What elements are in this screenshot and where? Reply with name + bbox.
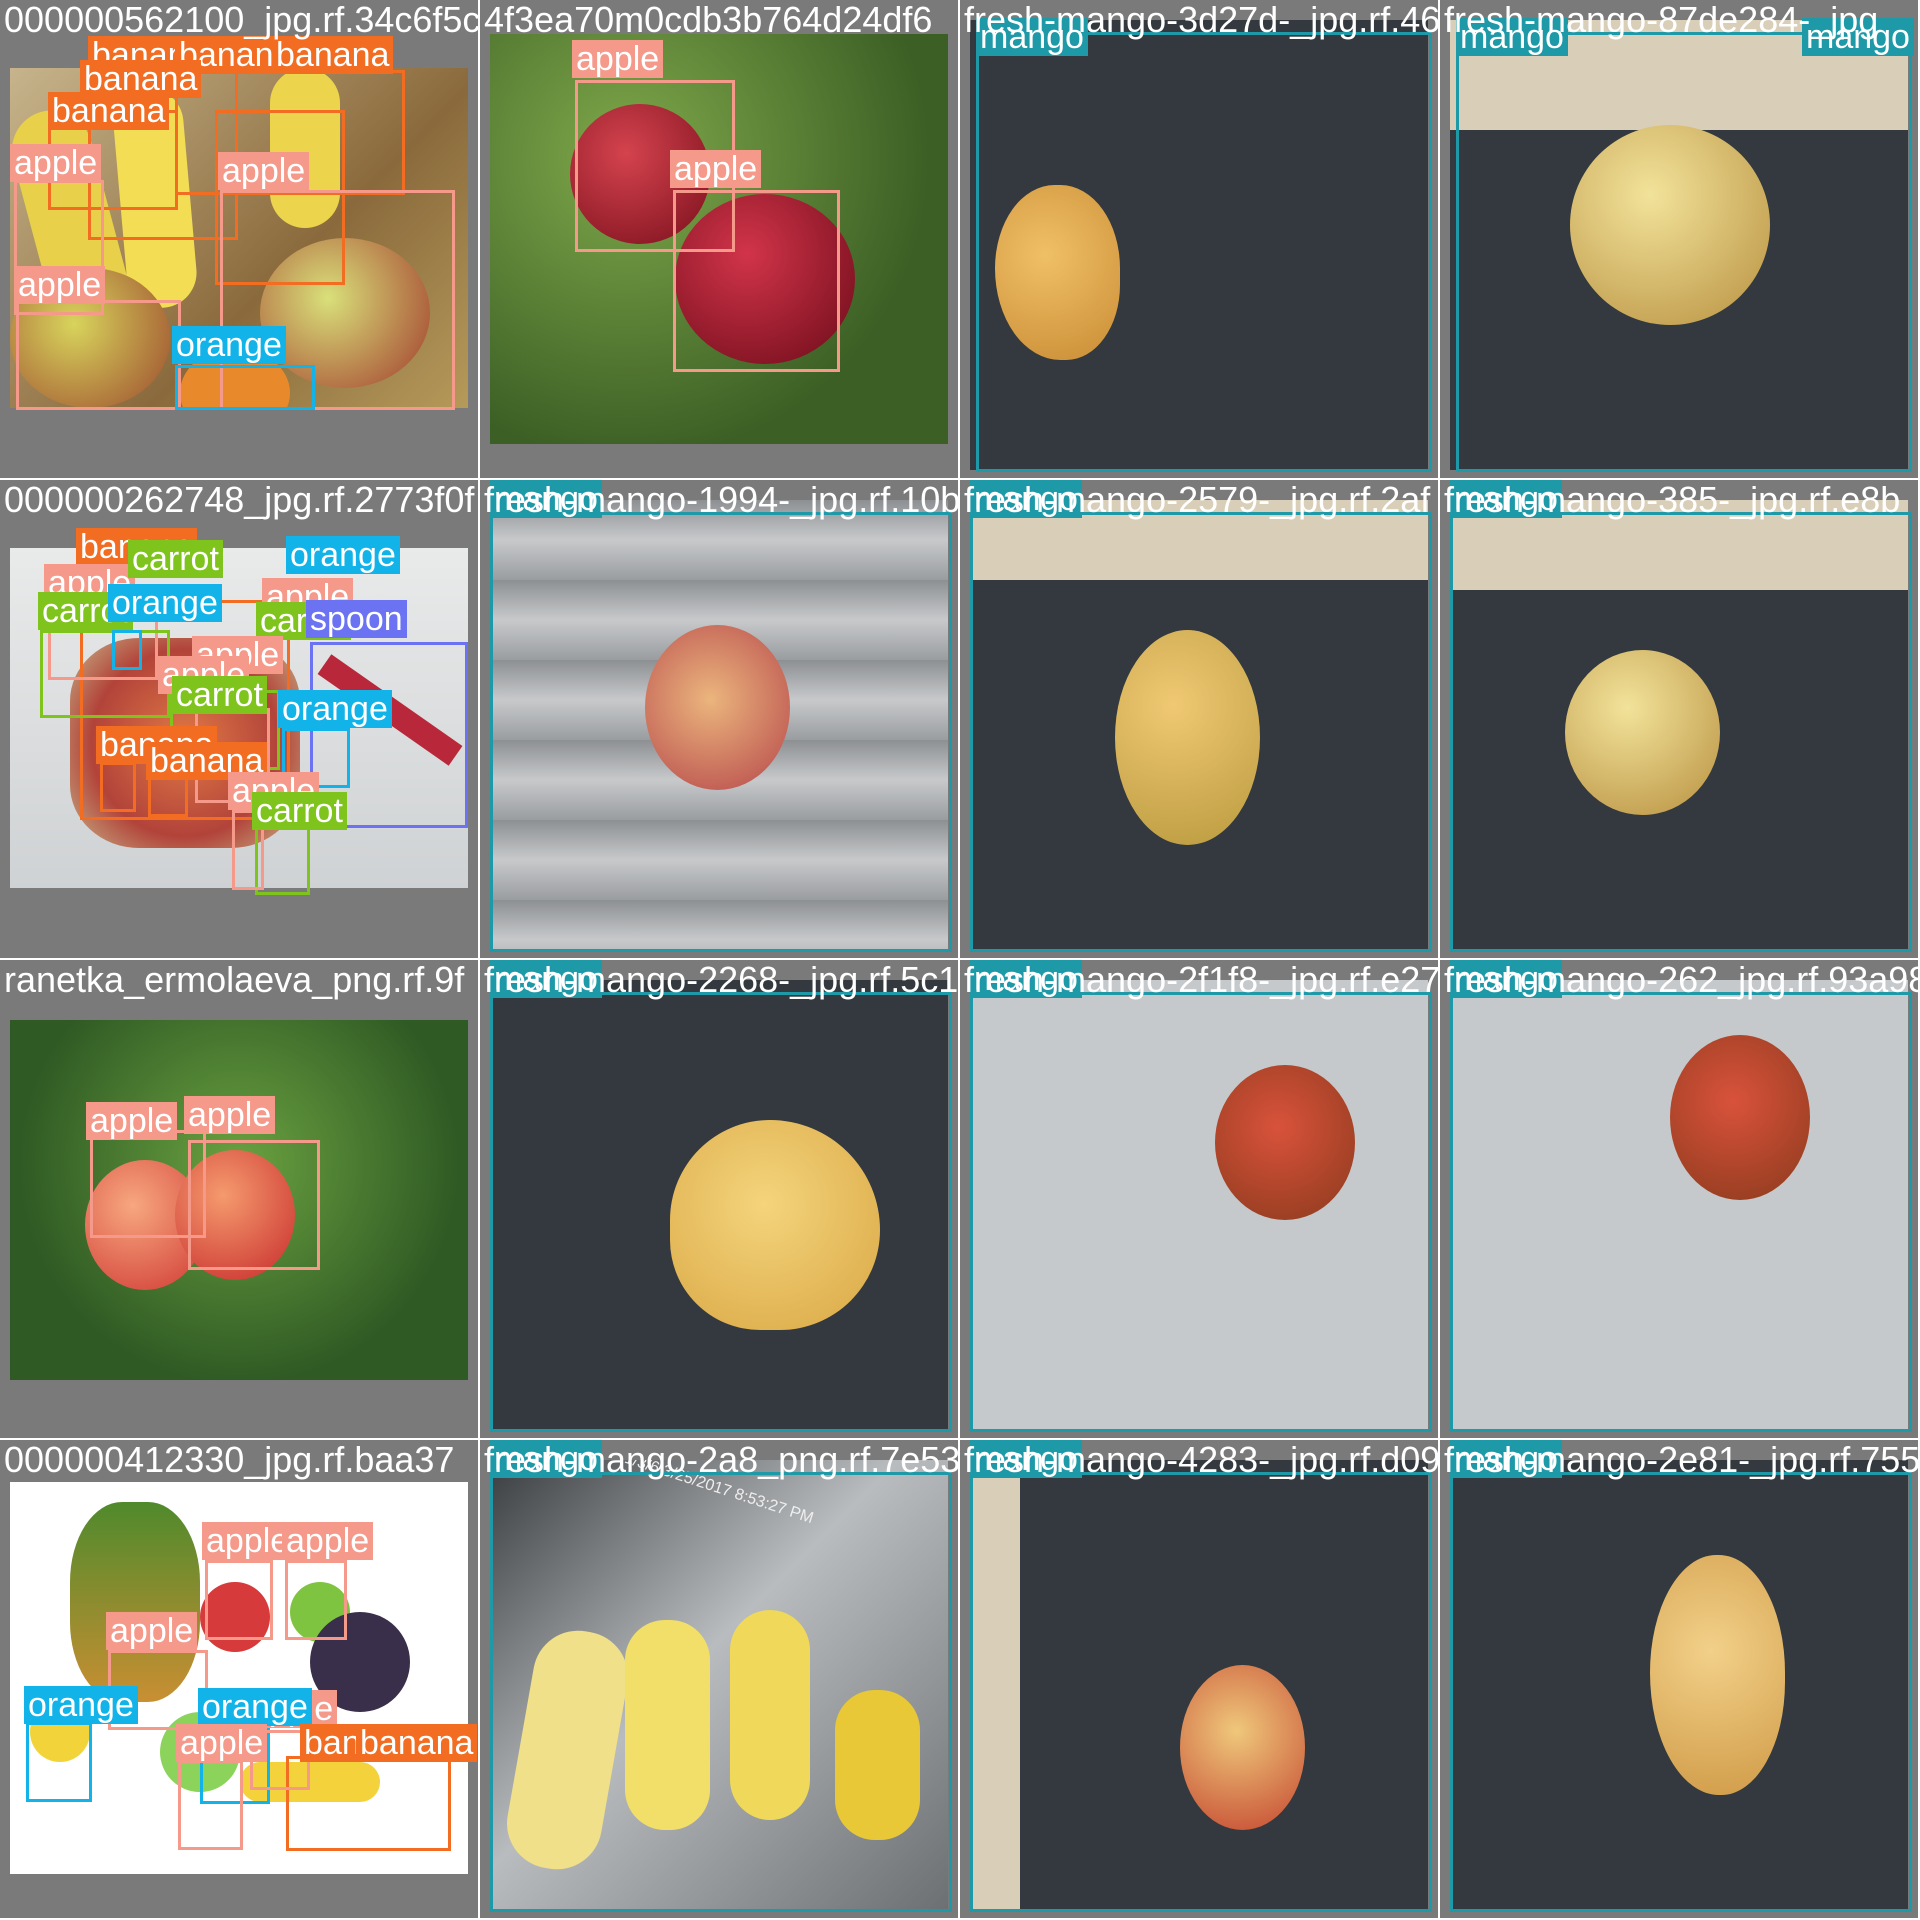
box-mango	[1450, 512, 1912, 952]
tile-10: fresh-mango-2f1f8-_jpg.rf.e274 mango	[960, 960, 1438, 1438]
label-banana: banana	[48, 92, 170, 130]
label-orange: orange	[24, 1686, 138, 1724]
label-apple: apple	[202, 1522, 294, 1560]
box-apple	[178, 1760, 243, 1850]
tile-14: fresh-mango-4283-_jpg.rf.d098 mango	[960, 1440, 1438, 1918]
label-apple: apple	[106, 1612, 198, 1650]
label-carrot: carrot	[252, 792, 347, 830]
box-apple	[285, 1560, 347, 1640]
tile-11: fresh-mango-262_jpg.rf.93a98 mango	[1440, 960, 1918, 1438]
image-filename: fresh-mango-2579-_jpg.rf.2af	[964, 480, 1431, 520]
image-filename: fresh-mango-3d27d-_jpg.rf.463	[964, 0, 1438, 40]
tile-13: 1/3/6 3/25/2017 8:53:27 PM fresh-mango-2…	[480, 1440, 958, 1918]
box-mango	[1456, 32, 1912, 472]
tile-1: 4f3ea70m0cdb3b764d24df6 apple apple	[480, 0, 958, 478]
box-apple	[16, 300, 181, 410]
image-filename: fresh-mango-2e81-_jpg.rf.755	[1444, 1440, 1918, 1480]
box-orange	[175, 365, 315, 410]
label-orange: orange	[278, 690, 392, 728]
label-orange: orange	[198, 1688, 312, 1726]
label-orange: orange	[286, 536, 400, 574]
label-orange: orange	[108, 584, 222, 622]
image-filename: fresh-mango-262_jpg.rf.93a98	[1444, 960, 1918, 1000]
label-apple: apple	[572, 40, 664, 78]
box-mango	[490, 1472, 952, 1912]
label-banana: banana	[272, 36, 394, 74]
box-orange	[26, 1722, 92, 1802]
image-filename: 000000562100_jpg.rf.34c6f5ctafbea70ffcdb…	[4, 0, 478, 40]
tile-8: ranetka_ermolaeva_png.rf.9f apple apple	[0, 960, 478, 1438]
label-orange: orange	[172, 326, 286, 364]
image-filename: fresh-mango-1994-_jpg.rf.10b4	[484, 480, 958, 520]
image-filename: fresh-mango-2a8_png.rf.7e53	[484, 1440, 958, 1480]
label-apple: apple	[218, 152, 310, 190]
image-filename: fresh-mango-2f1f8-_jpg.rf.e274	[964, 960, 1438, 1000]
tile-2: fresh-mango-3d27d-_jpg.rf.463 mango	[960, 0, 1438, 478]
mosaic-grid: 000000562100_jpg.rf.34c6f5ctafbea70ffcdb…	[0, 0, 1920, 1920]
box-apple	[188, 1140, 320, 1270]
tile-5: fresh-mango-1994-_jpg.rf.10b4 mango	[480, 480, 958, 958]
image-filename: fresh-mango-4283-_jpg.rf.d098	[964, 1440, 1438, 1480]
image-filename: fresh-mango-2268-_jpg.rf.5c1	[484, 960, 958, 1000]
box-mango	[976, 32, 1432, 472]
label-banana: banana	[356, 1724, 478, 1762]
image-filename: fresh-mango-87de284-_jpg	[1444, 0, 1879, 40]
tile-7: fresh-mango-385-_jpg.rf.e8b mango	[1440, 480, 1918, 958]
tile-15: fresh-mango-2e81-_jpg.rf.755 mango	[1440, 1440, 1918, 1918]
image-filename: 000000412330_jpg.rf.baa37	[4, 1440, 455, 1480]
label-carrot: carrot	[128, 540, 223, 578]
tile-3: fresh-mango-87de284-_jpg mango mango	[1440, 0, 1918, 478]
label-apple: apple	[10, 144, 102, 182]
tile-12: 000000412330_jpg.rf.baa37 apple apple ap…	[0, 1440, 478, 1918]
box-mango	[970, 992, 1432, 1432]
tile-0: 000000562100_jpg.rf.34c6f5ctafbea70ffcdb…	[0, 0, 478, 478]
image-filename: ranetka_ermolaeva_png.rf.9f	[4, 960, 465, 1000]
label-apple: apple	[282, 1522, 374, 1560]
box-mango	[1450, 1472, 1912, 1912]
box-mango	[490, 512, 952, 952]
box-banana	[100, 762, 136, 812]
label-apple: apple	[86, 1102, 178, 1140]
box-mango	[970, 512, 1432, 952]
image-filename: 4f3ea70m0cdb3b764d24df6	[484, 0, 933, 40]
box-orange	[112, 630, 142, 670]
label-apple: apple	[176, 1724, 268, 1762]
label-apple: apple	[670, 150, 762, 188]
label-apple: apple	[184, 1096, 276, 1134]
box-apple	[205, 1560, 273, 1640]
label-apple: apple	[14, 266, 106, 304]
tile-4: 000000262748_jpg.rf.2773f0f banana apple…	[0, 480, 478, 958]
label-carrot: carrot	[172, 676, 267, 714]
image-filename: fresh-mango-385-_jpg.rf.e8b	[1444, 480, 1901, 520]
box-mango	[490, 992, 952, 1432]
box-mango	[970, 1472, 1432, 1912]
box-apple	[673, 190, 840, 372]
box-carrot	[40, 630, 170, 718]
image-filename: 000000262748_jpg.rf.2773f0f	[4, 480, 475, 520]
box-mango	[1450, 992, 1912, 1432]
label-spoon: spoon	[306, 600, 407, 638]
tile-9: fresh-mango-2268-_jpg.rf.5c1 mango	[480, 960, 958, 1438]
tile-6: fresh-mango-2579-_jpg.rf.2af mango	[960, 480, 1438, 958]
box-banana	[286, 1756, 451, 1851]
